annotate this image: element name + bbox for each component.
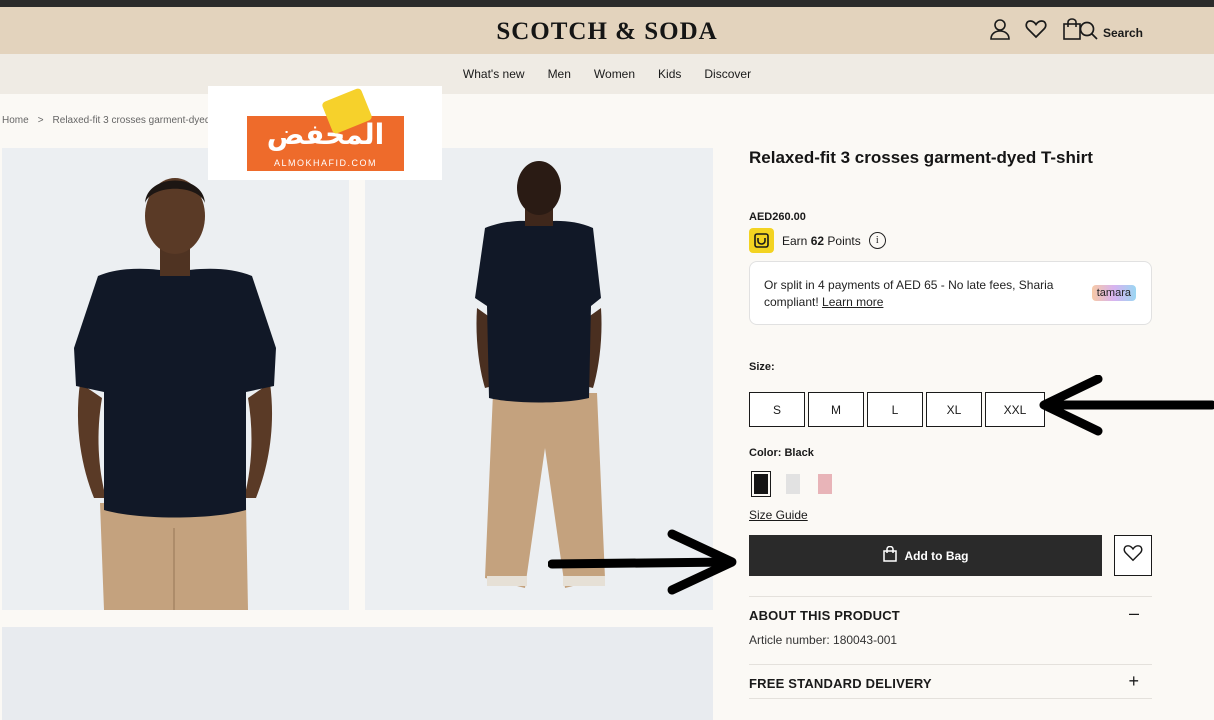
collapse-toggle[interactable]: – — [1129, 603, 1139, 624]
size-option-xl[interactable]: XL — [926, 392, 982, 427]
promo-logo: المخفض ALMOKHAFID.COM — [247, 116, 404, 171]
points-value: 62 — [810, 233, 825, 248]
product-photo-placeholder — [2, 627, 713, 720]
search-icon — [1079, 21, 1098, 45]
product-price: AED260.00 — [749, 211, 806, 223]
top-strip — [0, 0, 1214, 7]
add-to-bag-label: Add to Bag — [904, 548, 969, 563]
bag-icon — [882, 545, 897, 565]
size-label: Size: — [749, 361, 775, 373]
size-selector: S M L XL XXL — [749, 392, 1045, 427]
main-nav: What's new Men Women Kids Discover — [0, 54, 1214, 94]
wishlist-button[interactable] — [1114, 535, 1152, 576]
points-text: Earn 62 Points — [782, 233, 861, 248]
color-swatch-black[interactable] — [751, 471, 771, 497]
breadcrumb-separator: > — [37, 115, 44, 126]
product-title: Relaxed-fit 3 crosses garment-dyed T-shi… — [749, 148, 1093, 167]
about-title[interactable]: ABOUT THIS PRODUCT — [749, 608, 900, 623]
learn-more-link[interactable]: Learn more — [822, 295, 883, 309]
heart-icon — [1123, 544, 1143, 567]
size-guide-link[interactable]: Size Guide — [749, 508, 808, 522]
accordion-about: ABOUT THIS PRODUCT – Article number: 180… — [749, 596, 1152, 664]
nav-men[interactable]: Men — [548, 67, 571, 81]
product-photo-front[interactable] — [2, 148, 349, 610]
search-button[interactable]: Search — [1079, 21, 1143, 45]
nav-women[interactable]: Women — [594, 67, 635, 81]
tamara-text: Or split in 4 payments of AED 65 - No la… — [764, 278, 1054, 309]
color-swatch-pink[interactable] — [815, 471, 835, 497]
promo-watermark: المخفض ALMOKHAFID.COM — [208, 86, 442, 180]
nav-kids[interactable]: Kids — [658, 67, 681, 81]
header-icons — [988, 17, 1084, 41]
search-label: Search — [1102, 26, 1143, 40]
color-swatches — [751, 471, 835, 497]
nav-whats-new[interactable]: What's new — [463, 67, 525, 81]
arrow-right-icon — [548, 529, 737, 595]
size-option-l[interactable]: L — [867, 392, 923, 427]
accordion-delivery: FREE STANDARD DELIVERY + — [749, 664, 1152, 699]
delivery-title[interactable]: FREE STANDARD DELIVERY — [749, 676, 932, 691]
size-option-m[interactable]: M — [808, 392, 864, 427]
expand-toggle[interactable]: + — [1128, 671, 1139, 692]
info-icon[interactable]: i — [868, 232, 886, 249]
tamara-badge: tamara — [1091, 285, 1136, 301]
breadcrumb-home[interactable]: Home — [2, 115, 29, 126]
nav-discover[interactable]: Discover — [704, 67, 751, 81]
site-header: SCOTCH & SODA Search — [0, 7, 1214, 54]
arrow-left-icon — [1039, 375, 1214, 436]
color-label: Color: Black — [749, 447, 814, 459]
color-swatch-white[interactable] — [783, 471, 803, 497]
selected-color: Black — [784, 447, 814, 459]
article-number: Article number: 180043-001 — [749, 633, 898, 647]
breadcrumb-current: Relaxed-fit 3 crosses garment-dyed — [52, 115, 211, 126]
account-icon[interactable] — [988, 17, 1012, 41]
tamara-installments: Or split in 4 payments of AED 65 - No la… — [749, 261, 1152, 325]
size-option-s[interactable]: S — [749, 392, 805, 427]
heart-icon[interactable] — [1024, 17, 1048, 41]
breadcrumb: Home > Relaxed-fit 3 crosses garment-dye… — [2, 115, 210, 126]
promo-arabic-text: المخفض — [266, 118, 385, 151]
points-badge-icon — [749, 228, 774, 253]
loyalty-points: Earn 62 Points i — [749, 228, 886, 253]
add-to-bag-button[interactable]: Add to Bag — [749, 535, 1102, 576]
promo-english-text: ALMOKHAFID.COM — [273, 158, 377, 168]
